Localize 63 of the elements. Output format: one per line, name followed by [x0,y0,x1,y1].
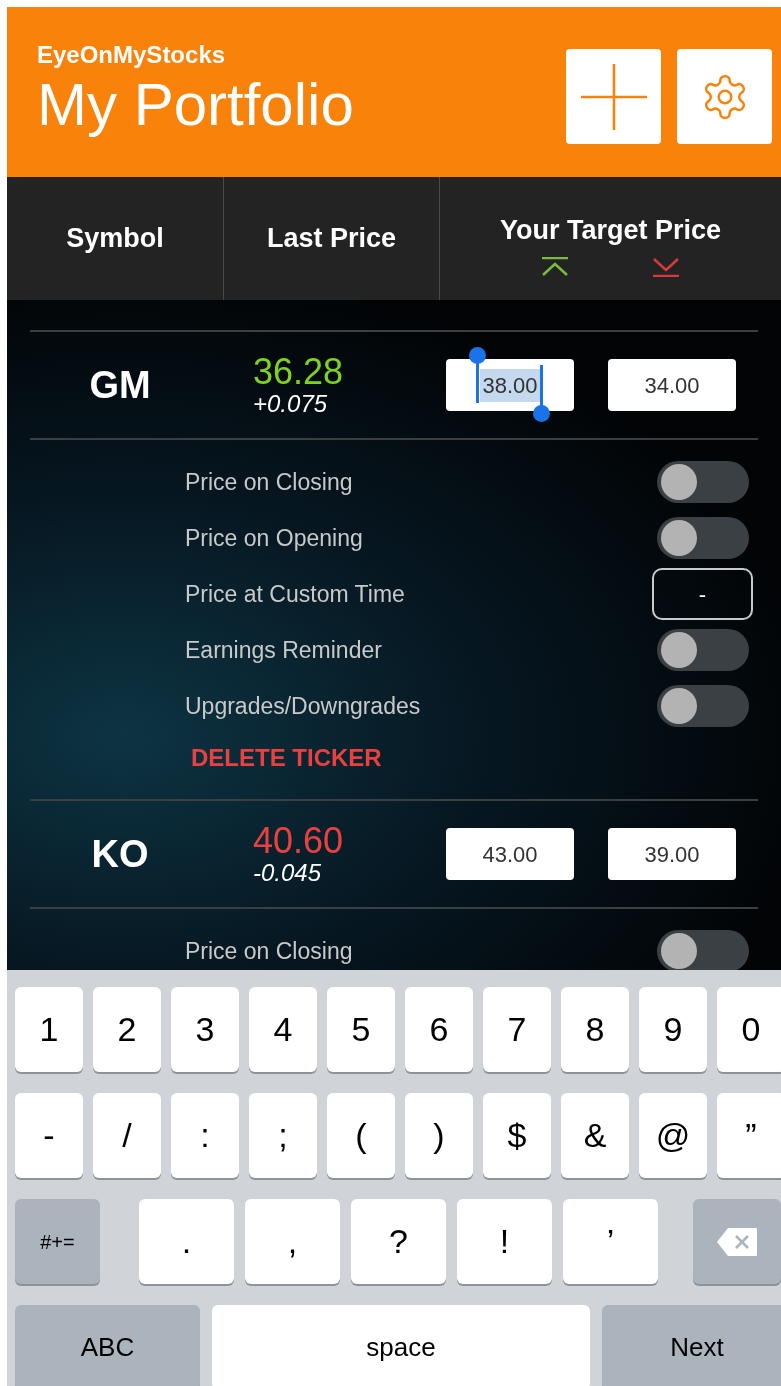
price-change: -0.045 [253,861,323,885]
keyboard-key[interactable]: 3 [171,987,239,1072]
target-price-field[interactable]: 38.00 [446,359,574,411]
column-heading: Your Target Price [499,214,722,248]
keyboard-key[interactable]: 1 [15,987,83,1072]
keyboard-key[interactable]: @ [639,1093,707,1178]
keyboard-key[interactable]: & [561,1093,629,1178]
keyboard-key[interactable]: , [245,1199,340,1284]
price-change: +0.075 [253,392,329,416]
delete-ticker-link[interactable]: DELETE TICKER [191,740,382,776]
keyboard-key[interactable]: 7 [483,987,551,1072]
page-title: My Portfolio [37,69,354,140]
column-heading: Symbol [66,222,164,256]
last-price: 36.28 [253,354,344,390]
add-button[interactable] [566,49,661,144]
keyboard-key[interactable]: ? [351,1199,446,1284]
keyboard-key[interactable]: 2 [93,987,161,1072]
alert-option-label: Earnings Reminder [185,635,382,665]
down-caret-icon [650,256,681,277]
keyboard-key[interactable]: ) [405,1093,473,1178]
settings-button[interactable] [677,49,772,144]
keyboard-key[interactable]: 8 [561,987,629,1072]
keyboard-key[interactable]: 6 [405,987,473,1072]
symbols-key[interactable]: #+= [15,1199,100,1284]
alert-option-label: Price on Closing [185,936,353,966]
toggle-switch[interactable] [657,517,749,559]
keyboard-key[interactable]: ’ [563,1199,658,1284]
target-price-field[interactable]: 39.00 [608,828,736,880]
keyboard-key[interactable]: : [171,1093,239,1178]
abc-key[interactable]: ABC [15,1305,200,1386]
target-price-field[interactable]: 43.00 [446,828,574,880]
keyboard-key[interactable]: . [139,1199,234,1284]
next-key[interactable]: Next [602,1305,781,1386]
alert-option-label: Price at Custom Time [185,579,405,609]
keyboard-key[interactable]: 9 [639,987,707,1072]
toggle-switch[interactable] [657,930,749,970]
stock-symbol: GM [88,362,152,408]
stock-symbol: KO [90,831,150,877]
column-heading: Last Price [266,222,397,256]
toggle-switch[interactable] [657,685,749,727]
up-caret-icon [540,256,571,277]
keyboard-key[interactable]: ” [717,1093,781,1178]
keyboard-key[interactable]: - [15,1093,83,1178]
backspace-icon [716,1226,758,1257]
alert-option-label: Upgrades/Downgrades [185,691,421,721]
keyboard-key[interactable]: / [93,1093,161,1178]
last-price: 40.60 [253,823,344,859]
toggle-switch[interactable] [657,461,749,503]
keyboard-key[interactable]: 5 [327,987,395,1072]
keyboard-key[interactable]: ( [327,1093,395,1178]
toggle-switch[interactable] [657,629,749,671]
target-price-field[interactable]: 34.00 [608,359,736,411]
alert-option-label: Price on Opening [185,523,363,553]
alert-option-label: Price on Closing [185,467,353,497]
custom-time-button[interactable]: - [652,568,753,620]
keyboard-key[interactable]: 0 [717,987,781,1072]
space-key[interactable]: space [212,1305,590,1386]
keyboard-key[interactable]: ; [249,1093,317,1178]
plus-icon [580,63,647,130]
app-name: EyeOnMyStocks [37,42,227,67]
keyboard-key[interactable]: 4 [249,987,317,1072]
keyboard-key[interactable]: $ [483,1093,551,1178]
keyboard-key[interactable]: ! [457,1199,552,1284]
